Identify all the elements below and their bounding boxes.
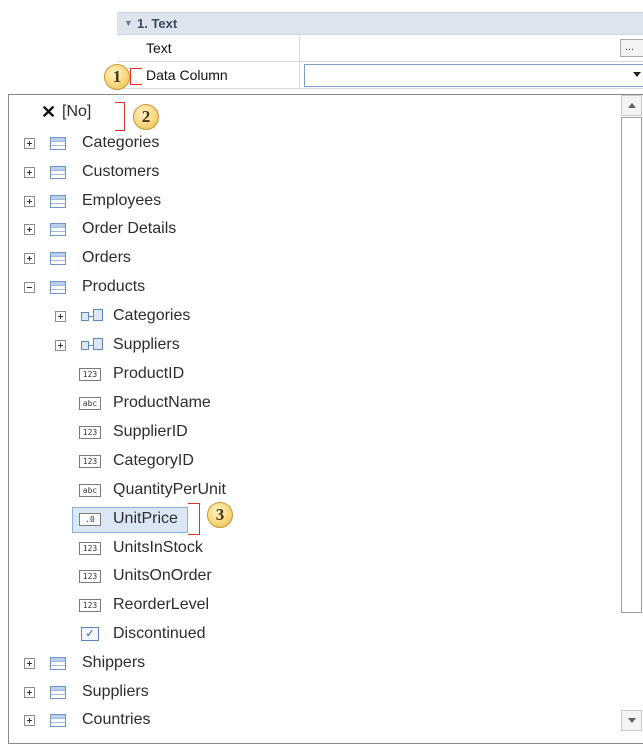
tree-field-unitsonorder[interactable]: 123 UnitsOnOrder <box>0 563 300 589</box>
relation-icon <box>81 338 105 352</box>
table-icon <box>50 281 66 294</box>
table-icon <box>50 252 66 265</box>
property-row-text[interactable]: Text ... <box>117 35 643 62</box>
tree-item-label: Employees <box>82 192 162 209</box>
category-title: 1. Text <box>137 16 178 31</box>
table-icon <box>50 657 66 670</box>
tree-table-categories[interactable]: Categories <box>0 130 300 156</box>
collapse-icon[interactable] <box>24 282 35 293</box>
tree-table-shippers[interactable]: Shippers <box>0 650 300 676</box>
column-divider <box>299 62 300 89</box>
tree-field-productname[interactable]: abc ProductName <box>0 390 300 416</box>
collapse-triangle-icon[interactable]: ▼ <box>124 18 133 28</box>
numeric-field-icon: 123 <box>79 599 101 612</box>
tree-field-supplierid[interactable]: 123 SupplierID <box>0 419 300 445</box>
expand-icon[interactable] <box>24 224 35 235</box>
tree-item-label: Countries <box>82 711 151 728</box>
boolean-field-icon: ✓ <box>81 627 99 641</box>
text-field-icon: abc <box>79 397 101 410</box>
tree-relation-categories[interactable]: Categories <box>0 303 300 329</box>
tree-item-label: UnitsInStock <box>113 539 203 556</box>
decimal-field-icon: .0 <box>79 513 101 526</box>
expand-icon[interactable] <box>24 715 35 726</box>
tree-table-suppliers[interactable]: Suppliers <box>0 679 300 705</box>
close-icon: ✕ <box>41 102 57 122</box>
tree-table-order-details[interactable]: Order Details <box>0 216 300 242</box>
relation-icon <box>81 309 105 323</box>
scroll-thumb[interactable] <box>621 117 642 613</box>
property-row-data-column[interactable]: Data Column <box>117 62 643 89</box>
tree-item-label: ProductID <box>113 365 185 382</box>
tree-item-none[interactable]: ✕ [No] <box>0 101 200 127</box>
tree-field-unitprice[interactable]: .0 UnitPrice <box>0 506 200 532</box>
table-icon <box>50 195 66 208</box>
property-name-text: Text <box>146 40 172 56</box>
dropdown-arrow-icon[interactable] <box>633 72 641 77</box>
table-icon <box>50 166 66 179</box>
tree-item-label: Orders <box>82 249 131 266</box>
tree-table-employees[interactable]: Employees <box>0 188 300 214</box>
tree-table-customers[interactable]: Customers <box>0 159 300 185</box>
table-icon <box>50 137 66 150</box>
tree-field-categoryid[interactable]: 123 CategoryID <box>0 448 300 474</box>
numeric-field-icon: 123 <box>79 542 101 555</box>
tree-table-orders[interactable]: Orders <box>0 245 300 271</box>
tree-item-label: QuantityPerUnit <box>113 481 226 498</box>
highlight-marker <box>130 68 142 85</box>
expand-icon[interactable] <box>55 311 66 322</box>
tree-item-label: Customers <box>82 163 160 180</box>
tree-item-label: SupplierID <box>113 423 188 440</box>
callout-3: 3 <box>207 502 233 528</box>
tree-item-label: Categories <box>82 134 160 151</box>
tree-field-quantityperunit[interactable]: abc QuantityPerUnit <box>0 477 300 503</box>
tree-item-label: Suppliers <box>113 336 180 353</box>
tree-relation-suppliers[interactable]: Suppliers <box>0 332 300 358</box>
callout-2: 2 <box>133 104 159 130</box>
highlight-marker <box>115 102 125 131</box>
tree-field-productid[interactable]: 123 ProductID <box>0 361 300 387</box>
tree-item-label: ProductName <box>113 394 211 411</box>
tree-field-discontinued[interactable]: ✓ Discontinued <box>0 621 300 647</box>
numeric-field-icon: 123 <box>79 455 101 468</box>
tree-item-label: Suppliers <box>82 683 149 700</box>
expand-icon[interactable] <box>24 687 35 698</box>
table-icon <box>50 223 66 236</box>
expand-icon[interactable] <box>24 167 35 178</box>
tree-item-label: ReorderLevel <box>113 596 210 613</box>
property-name-data-column: Data Column <box>146 67 228 83</box>
category-header[interactable]: ▼ 1. Text <box>117 12 643 35</box>
table-icon <box>50 714 66 727</box>
data-column-combobox[interactable] <box>304 64 643 87</box>
tree-item-label: Products <box>82 278 146 295</box>
tree-item-label: [No] <box>62 103 92 120</box>
tree-item-label: CategoryID <box>113 452 194 469</box>
expand-icon[interactable] <box>24 253 35 264</box>
numeric-field-icon: 123 <box>79 426 101 439</box>
expand-icon[interactable] <box>24 658 35 669</box>
tree-item-label: Categories <box>113 307 191 324</box>
expand-icon[interactable] <box>24 138 35 149</box>
ellipsis-button[interactable]: ... <box>620 39 643 57</box>
tree-table-countries[interactable]: Countries <box>0 707 300 733</box>
callout-1: 1 <box>104 64 130 90</box>
scroll-down-button[interactable] <box>621 710 642 731</box>
tree-field-reorderlevel[interactable]: 123 ReorderLevel <box>0 592 300 618</box>
numeric-field-icon: 123 <box>79 368 101 381</box>
tree-item-label: Order Details <box>82 220 177 237</box>
highlight-marker <box>188 503 200 535</box>
expand-icon[interactable] <box>24 196 35 207</box>
tree-table-products[interactable]: Products <box>0 274 300 300</box>
column-divider <box>299 35 300 62</box>
text-field-icon: abc <box>79 484 101 497</box>
table-icon <box>50 686 66 699</box>
scroll-up-button[interactable] <box>621 95 642 116</box>
expand-icon[interactable] <box>55 340 66 351</box>
tree-field-unitsinstock[interactable]: 123 UnitsInStock <box>0 535 300 561</box>
tree-item-label: UnitPrice <box>113 510 178 527</box>
numeric-field-icon: 123 <box>79 570 101 583</box>
tree-item-label: Discontinued <box>113 625 206 642</box>
vertical-scrollbar[interactable] <box>620 95 643 731</box>
tree-item-label: UnitsOnOrder <box>113 567 212 584</box>
tree-item-label: Shippers <box>82 654 146 671</box>
